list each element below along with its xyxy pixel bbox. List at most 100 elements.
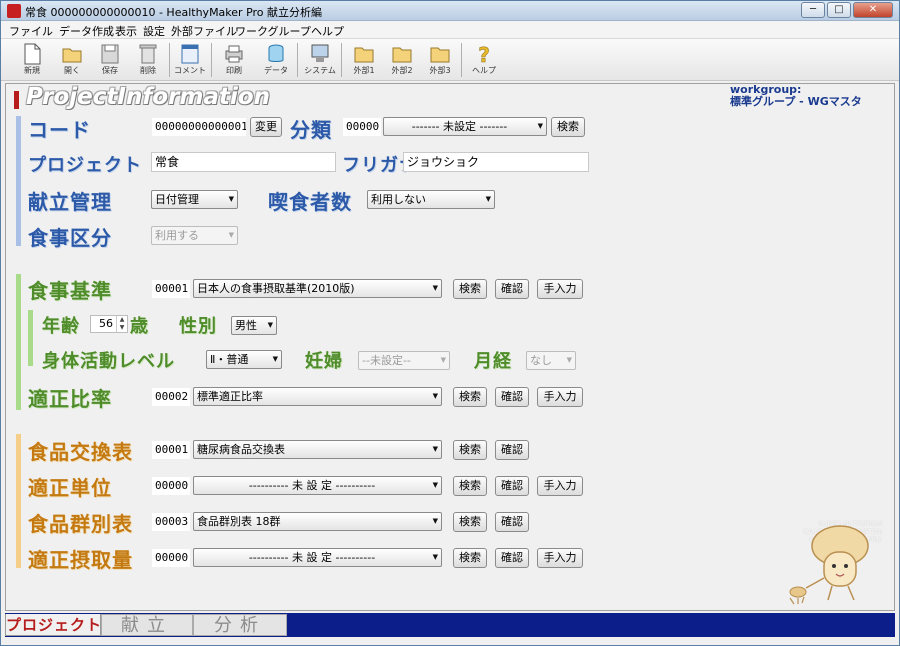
menu-workgroup[interactable]: ワークグループ — [235, 23, 311, 39]
spinner-arrows-icon[interactable]: ▲ ▼ — [116, 316, 127, 332]
open-button[interactable]: 開く — [55, 41, 89, 79]
meal-standard-code: 00001 — [151, 279, 191, 299]
folder-open-icon — [62, 48, 82, 63]
proper-intake-label: 適正摂取量 — [28, 548, 133, 572]
folder-icon — [354, 47, 374, 63]
food-exchange-code: 00001 — [151, 440, 191, 460]
project-label: プロジェクト — [28, 155, 142, 176]
toolbar-separator — [297, 43, 298, 77]
meal-standard-label: 食事基準 — [28, 279, 112, 303]
comment-button[interactable]: コメント — [173, 41, 207, 79]
meal-division-label: 食事区分 — [28, 226, 112, 250]
meal-standard-search-button[interactable]: 検索 — [453, 279, 487, 299]
category-select[interactable]: ------- 未設定 ------- — [383, 117, 547, 136]
menu-data-create[interactable]: データ作成 — [59, 23, 114, 39]
project-info-panel: ProjectInformation workgroup: 標準グループ - W… — [5, 83, 895, 611]
activity-level-select[interactable]: Ⅱ・普通 — [206, 350, 282, 369]
pregnant-select[interactable]: --未設定-- — [358, 351, 450, 370]
meal-standard-manual-button[interactable]: 手入力 — [537, 279, 583, 299]
proper-intake-search-button[interactable]: 検索 — [453, 548, 487, 568]
meal-division-select[interactable]: 利用する — [151, 226, 238, 245]
meal-standard-select[interactable]: 日本人の食事摂取基準(2010版) — [193, 279, 442, 298]
close-button[interactable]: ✕ — [853, 2, 893, 18]
tab-menu[interactable]: 献立 — [101, 614, 193, 636]
food-group-select[interactable]: 食品群別表 18群 — [193, 512, 442, 531]
proper-unit-search-button[interactable]: 検索 — [453, 476, 487, 496]
food-exchange-label: 食品交換表 — [28, 440, 133, 464]
menses-select[interactable]: なし — [526, 351, 576, 370]
diners-count-select[interactable]: 利用しない — [367, 190, 495, 209]
category-code: 00000 — [342, 117, 382, 137]
food-exchange-search-button[interactable]: 検索 — [453, 440, 487, 460]
food-exchange-confirm-button[interactable]: 確認 — [495, 440, 529, 460]
food-group-label: 食品群別表 — [28, 512, 133, 536]
tab-project[interactable]: プロジェクト — [5, 614, 101, 636]
proper-ratio-search-button[interactable]: 検索 — [453, 387, 487, 407]
toolbar-separator — [211, 43, 212, 77]
print-button[interactable]: 印刷 — [217, 41, 251, 79]
proper-unit-code: 00000 — [151, 476, 191, 496]
external-1-button[interactable]: 外部1 — [347, 41, 381, 79]
menu-settings[interactable]: 設定 — [143, 23, 165, 39]
trash-icon — [139, 44, 157, 64]
external-2-button[interactable]: 外部2 — [385, 41, 419, 79]
menu-external-file[interactable]: 外部ファイル — [171, 23, 237, 39]
tab-analysis[interactable]: 分析 — [193, 614, 287, 636]
sex-label: 性別 — [179, 316, 217, 337]
toolbar: 新規 開く 保存 削除 コメント 印刷 データ システム 外部1 外部2 外部3… — [1, 39, 899, 81]
food-group-search-button[interactable]: 検索 — [453, 512, 487, 532]
diners-count-label: 喫食者数 — [268, 190, 352, 214]
delete-button[interactable]: 削除 — [131, 41, 165, 79]
save-button[interactable]: 保存 — [93, 41, 127, 79]
proper-intake-confirm-button[interactable]: 確認 — [495, 548, 529, 568]
category-label: 分類 — [290, 118, 332, 142]
svg-text:?: ? — [478, 43, 490, 66]
proper-ratio-confirm-button[interactable]: 確認 — [495, 387, 529, 407]
menu-management-select[interactable]: 日付管理 — [151, 190, 238, 209]
proper-unit-label: 適正単位 — [28, 476, 112, 500]
toolbar-separator — [169, 43, 170, 77]
new-document-icon — [24, 43, 41, 65]
furigana-input[interactable]: ジョウショク — [403, 152, 589, 172]
proper-intake-manual-button[interactable]: 手入力 — [537, 548, 583, 568]
external-3-button[interactable]: 外部3 — [423, 41, 457, 79]
toolbar-separator — [341, 43, 342, 77]
proper-unit-confirm-button[interactable]: 確認 — [495, 476, 529, 496]
proper-ratio-manual-button[interactable]: 手入力 — [537, 387, 583, 407]
category-search-button[interactable]: 検索 — [551, 117, 585, 137]
age-spinner[interactable]: 56 ▲ ▼ — [90, 315, 128, 333]
proper-ratio-code: 00002 — [151, 387, 191, 407]
menu-help[interactable]: ヘルプ — [311, 23, 344, 39]
section-bar-food — [16, 434, 21, 568]
bottom-tab-bar: プロジェクト 献立 分析 — [5, 613, 895, 637]
folder-icon — [430, 47, 450, 63]
section-bar-standard — [16, 274, 21, 410]
proper-unit-manual-button[interactable]: 手入力 — [537, 476, 583, 496]
age-value: 56 — [99, 317, 113, 330]
proper-ratio-select[interactable]: 標準適正比率 — [193, 387, 442, 406]
sex-select[interactable]: 男性 — [231, 316, 277, 335]
minimize-button[interactable]: ─ — [801, 2, 825, 18]
proper-intake-select[interactable]: ---------- 未 設 定 ---------- — [193, 548, 442, 567]
help-button[interactable]: ? ヘルプ — [467, 41, 501, 79]
menu-bar: ファイル データ作成 表示 設定 外部ファイル ワークグループ ヘルプ — [1, 21, 899, 39]
maximize-button[interactable]: □ — [827, 2, 851, 18]
new-button[interactable]: 新規 — [15, 41, 49, 79]
menu-view[interactable]: 表示 — [115, 23, 137, 39]
proper-intake-code: 00000 — [151, 548, 191, 568]
food-group-confirm-button[interactable]: 確認 — [495, 512, 529, 532]
meal-standard-confirm-button[interactable]: 確認 — [495, 279, 529, 299]
data-button[interactable]: データ — [259, 41, 293, 79]
change-code-button[interactable]: 変更 — [250, 117, 282, 137]
app-icon — [7, 4, 21, 18]
menu-file[interactable]: ファイル — [9, 23, 53, 39]
proper-unit-select[interactable]: ---------- 未 設 定 ---------- — [193, 476, 442, 495]
section-bar-standard-sub — [28, 310, 33, 366]
save-disk-icon — [101, 44, 119, 64]
system-button[interactable]: システム — [303, 41, 337, 79]
project-name-input[interactable]: 常食 — [151, 152, 336, 172]
code-value: 000000000000010 — [151, 117, 247, 137]
age-unit: 歳 — [130, 316, 149, 337]
food-exchange-select[interactable]: 糖尿病食品交換表 — [193, 440, 442, 459]
menu-management-label: 献立管理 — [28, 190, 112, 214]
